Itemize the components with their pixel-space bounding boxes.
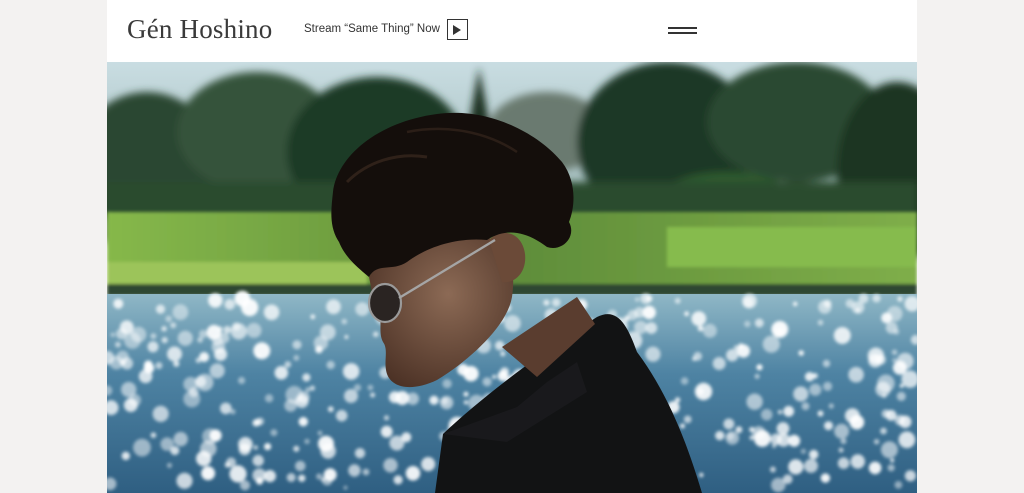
stream-promo-text[interactable]: Stream “Same Thing” Now bbox=[304, 23, 440, 35]
play-button[interactable] bbox=[447, 19, 468, 40]
play-icon bbox=[453, 24, 461, 35]
menu-line-top bbox=[668, 27, 697, 29]
site-logo[interactable]: Gén Hoshino bbox=[127, 14, 272, 45]
hamburger-menu-button[interactable] bbox=[665, 24, 699, 38]
site-header: Gén Hoshino Stream “Same Thing” Now bbox=[107, 0, 917, 62]
hero-image bbox=[107, 62, 917, 493]
page: Gén Hoshino Stream “Same Thing” Now bbox=[107, 0, 917, 493]
menu-line-bottom bbox=[668, 32, 697, 34]
hero-photo bbox=[107, 62, 917, 493]
